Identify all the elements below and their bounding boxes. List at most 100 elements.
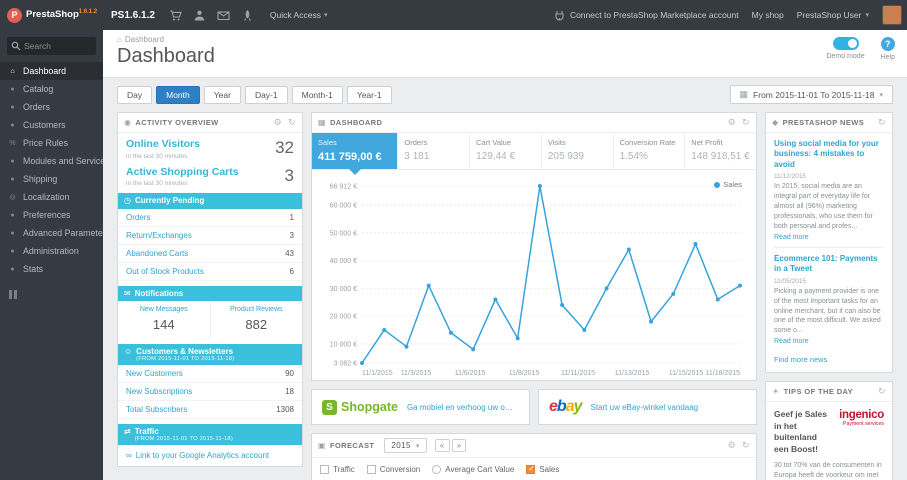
refresh-icon[interactable]: ↻ bbox=[742, 117, 750, 128]
previous-year-button[interactable]: « bbox=[434, 439, 450, 452]
orders-cart-icon[interactable] bbox=[169, 9, 182, 22]
read-more-link[interactable]: Read more bbox=[774, 234, 884, 241]
gear-icon[interactable]: ⚙ bbox=[274, 117, 282, 128]
new-subscriptions-row: New Subscriptions 18 bbox=[118, 383, 302, 402]
dashboard-content: ◉ ACTIVITY OVERVIEW ⚙ ↻ Online Visitors … bbox=[103, 110, 907, 480]
kpi-net-profit[interactable]: Net Profit 148 918,51 € bbox=[685, 133, 756, 169]
user-menu[interactable]: PrestaShop User ▾ bbox=[797, 10, 869, 20]
messages-envelope-icon[interactable] bbox=[217, 9, 230, 22]
demo-mode-toggle[interactable] bbox=[832, 37, 859, 50]
average-cart-value-radio[interactable] bbox=[432, 465, 442, 474]
marketplace-connect-link[interactable]: Connect to PrestaShop Marketplace accoun… bbox=[553, 9, 739, 22]
sales-checkbox[interactable] bbox=[526, 464, 536, 474]
refresh-icon[interactable]: ↻ bbox=[288, 117, 296, 128]
pending-returns-link[interactable]: Return/Exchanges bbox=[126, 231, 192, 240]
customers-newsletters-title: Customers & Newsletters bbox=[136, 347, 234, 357]
article-title-link[interactable]: Using social media for your business: 4 … bbox=[774, 139, 884, 170]
read-more-link[interactable]: Read more bbox=[774, 338, 884, 345]
kpi-visits[interactable]: Visits 205 939 bbox=[542, 133, 614, 169]
refresh-icon[interactable]: ↻ bbox=[878, 117, 886, 128]
forecast-legend-average-cart-value[interactable]: Average Cart Value bbox=[432, 465, 514, 474]
sales-legend-label: Sales bbox=[723, 180, 742, 189]
google-analytics-link[interactable]: ∞ Link to your Google Analytics account bbox=[118, 445, 302, 466]
range-month-button[interactable]: Month bbox=[156, 85, 200, 104]
sidebar-item-preferences[interactable]: ● Preferences bbox=[0, 206, 103, 224]
kpi-net-profit-value: 148 918,51 € bbox=[691, 151, 750, 162]
chart-legend[interactable]: Sales bbox=[714, 180, 742, 189]
active-carts-sub: in the last 30 minutes bbox=[126, 180, 188, 188]
abandoned-carts-link[interactable]: Abandoned Carts bbox=[126, 249, 188, 258]
online-visitors-label[interactable]: Online Visitors bbox=[126, 138, 200, 151]
localization-icon: ◎ bbox=[9, 194, 16, 201]
refresh-icon[interactable]: ↻ bbox=[742, 440, 750, 451]
ebay-link[interactable]: Start uw eBay-winkel vandaag bbox=[591, 403, 699, 412]
customers-icon[interactable] bbox=[193, 9, 206, 22]
product-reviews-cell[interactable]: Product Reviews 882 bbox=[209, 301, 303, 340]
sidebar-item-catalog[interactable]: ● Catalog bbox=[0, 80, 103, 98]
out-of-stock-link[interactable]: Out of Stock Products bbox=[126, 267, 204, 276]
quick-access-menu[interactable]: Quick Access ▾ bbox=[270, 10, 328, 20]
sidebar-item-price-rules[interactable]: % Price Rules bbox=[0, 134, 103, 152]
range-year-1-button[interactable]: Year-1 bbox=[346, 85, 392, 104]
conversion-checkbox[interactable] bbox=[366, 465, 376, 474]
ebay-promo[interactable]: ebay Start uw eBay-winkel vandaag bbox=[538, 389, 757, 425]
prestashop-news-panel: ◆ PRESTASHOP NEWS ↻ Using social media f… bbox=[765, 112, 893, 374]
sidebar-item-orders[interactable]: ● Orders bbox=[0, 98, 103, 116]
date-range-picker[interactable]: ▦ From 2015-11-01 To 2015-11-18 ▾ bbox=[729, 85, 893, 104]
kpi-orders-label: Orders bbox=[404, 138, 428, 147]
activity-panel-title: ACTIVITY OVERVIEW bbox=[135, 118, 219, 127]
sales-line-chart[interactable]: 66 912 € 60 000 € 50 000 € 40 000 € 30 000 €… bbox=[316, 176, 752, 378]
kpi-sales[interactable]: Sales 411 759,00 € bbox=[312, 133, 399, 175]
forecast-legend-traffic[interactable]: Traffic bbox=[320, 465, 355, 474]
prestashop-logo[interactable]: P PrestaShop1.6.1.2 bbox=[0, 7, 103, 23]
refresh-icon[interactable]: ↻ bbox=[878, 386, 886, 397]
sidebar-item-administration[interactable]: ● Administration bbox=[0, 242, 103, 260]
shopgate-logo: S Shopgate bbox=[322, 399, 398, 415]
sidebar-item-stats[interactable]: ● Stats bbox=[0, 260, 103, 278]
article-title-link[interactable]: Ecommerce 101: Payments in a Tweet bbox=[774, 254, 884, 275]
my-shop-link[interactable]: My shop bbox=[752, 10, 784, 20]
sidebar-item-shipping[interactable]: ● Shipping bbox=[0, 170, 103, 188]
sidebar-item-dashboard[interactable]: ⌂ Dashboard bbox=[0, 62, 103, 80]
new-customers-link[interactable]: New Customers bbox=[126, 369, 183, 378]
next-year-button[interactable]: » bbox=[451, 439, 467, 452]
new-subscriptions-link[interactable]: New Subscriptions bbox=[126, 387, 192, 396]
sidebar-item-customers[interactable]: ● Customers bbox=[0, 116, 103, 134]
pending-returns-value: 3 bbox=[289, 230, 294, 240]
kpi-orders[interactable]: Orders 3 181 bbox=[398, 133, 471, 169]
sidebar-item-localization[interactable]: ◎ Localization bbox=[0, 188, 103, 206]
shop-name: PS1.6.1.2 bbox=[111, 9, 155, 21]
total-subscribers-link[interactable]: Total Subscribers bbox=[126, 405, 187, 414]
sidebar-collapse-button[interactable] bbox=[9, 290, 94, 299]
active-carts-label[interactable]: Active Shopping Carts bbox=[126, 166, 239, 179]
shopgate-link[interactable]: Ga mobiel en verhoog uw omzet bbox=[407, 403, 519, 412]
find-more-news-link[interactable]: Find more news bbox=[766, 349, 892, 372]
range-day-1-button[interactable]: Day-1 bbox=[244, 85, 288, 104]
user-name: PrestaShop User bbox=[796, 10, 862, 20]
kpi-conversion-rate[interactable]: Conversion Rate 1.54% bbox=[614, 133, 686, 169]
new-messages-cell[interactable]: New Messages 144 bbox=[118, 301, 210, 339]
range-year-button[interactable]: Year bbox=[203, 85, 241, 104]
pending-orders-link[interactable]: Orders bbox=[126, 213, 150, 222]
gear-icon[interactable]: ⚙ bbox=[728, 440, 736, 451]
shopgate-name: Shopgate bbox=[341, 400, 398, 414]
forecast-legend-sales[interactable]: Sales bbox=[526, 464, 559, 474]
range-day-button[interactable]: Day bbox=[117, 85, 153, 104]
demo-mode-label: Demo mode bbox=[826, 53, 865, 60]
range-month-1-button[interactable]: Month-1 bbox=[291, 85, 343, 104]
sidebar-item-label: Catalog bbox=[23, 84, 54, 94]
gear-icon[interactable]: ⚙ bbox=[728, 117, 736, 128]
forecast-legend-conversion[interactable]: Conversion bbox=[366, 465, 420, 474]
help-icon[interactable]: ? bbox=[880, 37, 895, 51]
dashboard-column: ▦ DASHBOARD ⚙ ↻ Sales 411 759,00 € Order… bbox=[311, 112, 757, 480]
user-avatar[interactable] bbox=[882, 5, 902, 25]
forecast-year-select[interactable]: 2015 ▾ bbox=[384, 438, 427, 453]
traffic-checkbox[interactable] bbox=[320, 465, 329, 474]
sidebar-search bbox=[7, 37, 96, 55]
onboarding-rocket-icon[interactable] bbox=[241, 9, 254, 22]
sidebar-item-modules[interactable]: ● Modules and Services bbox=[0, 152, 103, 170]
kpi-cart-value[interactable]: Cart Value 129,44 € bbox=[470, 133, 542, 169]
sidebar-item-advanced-parameters[interactable]: ● Advanced Parameters bbox=[0, 224, 103, 242]
shopgate-promo[interactable]: S Shopgate Ga mobiel en verhoog uw omzet bbox=[311, 389, 530, 425]
dashboard-panel-title: DASHBOARD bbox=[329, 118, 383, 127]
